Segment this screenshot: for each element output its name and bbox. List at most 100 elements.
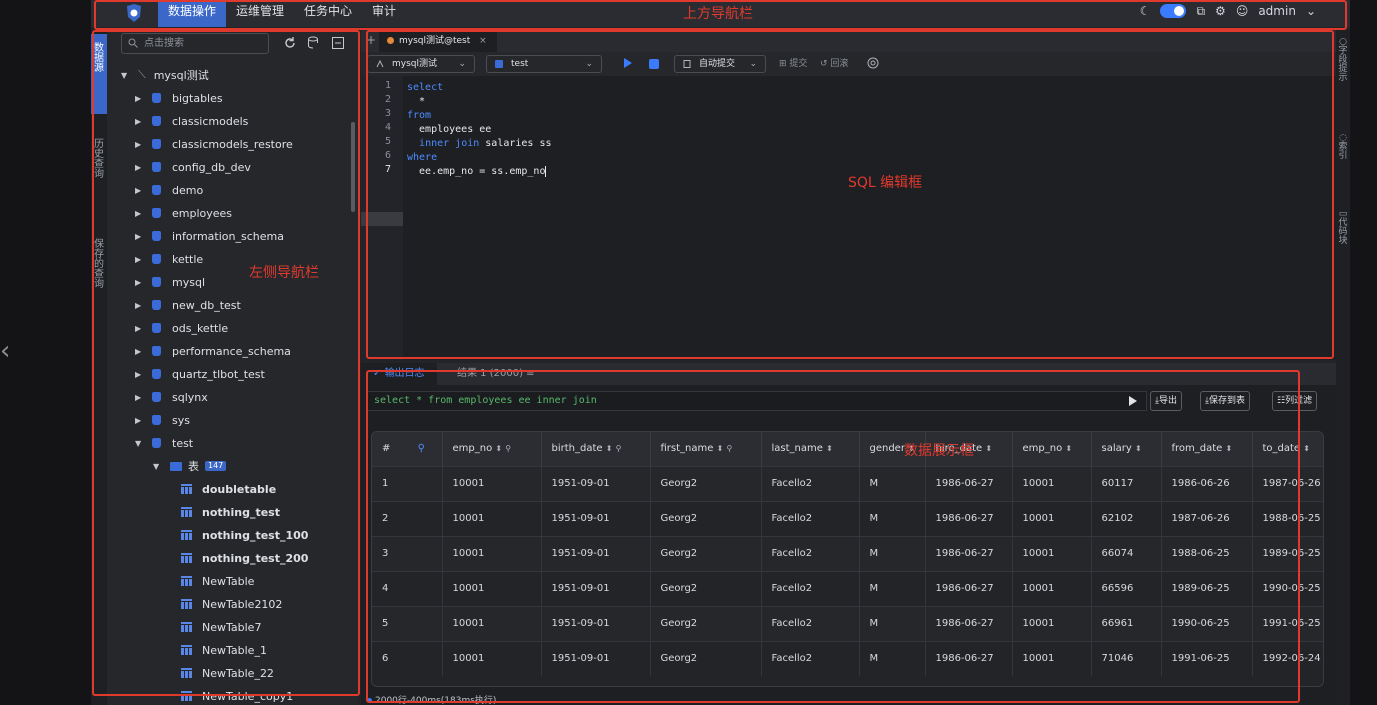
pin-icon[interactable]: ⚲	[505, 444, 511, 453]
tree-table[interactable]: nothing_test_200	[181, 548, 308, 568]
tree-table[interactable]: nothing_test	[181, 502, 280, 522]
tree-database[interactable]: ▶ classicmodels	[135, 111, 248, 131]
table-cell[interactable]: 60117	[1091, 465, 1162, 501]
column-header[interactable]: from_date ⬍	[1161, 432, 1253, 466]
table-cell[interactable]: M	[859, 640, 926, 676]
table-cell[interactable]: 1989-06-25	[1161, 570, 1253, 606]
sort-icon[interactable]: ⬍	[717, 444, 724, 453]
tab-result-1[interactable]: 结果 1 (2000) ≡	[445, 363, 547, 385]
table-cell[interactable]: M	[859, 570, 926, 606]
vtab-history[interactable]: 历史查询	[91, 126, 107, 216]
rerun-icon[interactable]	[1129, 396, 1137, 406]
table-row[interactable]: 6 10001 1951-09-01 Georg2 Facello2 M 1986-06-2…	[372, 640, 1323, 676]
table-cell[interactable]: Facello2	[761, 570, 860, 606]
add-datasource-icon[interactable]	[307, 36, 321, 50]
table-cell[interactable]: 1951-09-01	[541, 500, 651, 536]
column-header[interactable]: emp_no ⬍ ⚲	[442, 432, 542, 466]
sort-icon[interactable]: ⬍	[495, 444, 502, 453]
table-cell[interactable]: 1951-09-01	[541, 605, 651, 641]
menu-item[interactable]: 运维管理	[226, 0, 294, 27]
rtab-field-hints[interactable]: ○ 字段提示	[1336, 38, 1350, 138]
expand-arrow-icon[interactable]: ▶	[135, 186, 143, 195]
table-cell[interactable]: Facello2	[761, 605, 860, 641]
table-cell[interactable]: 1986-06-27	[925, 640, 1013, 676]
tree-table[interactable]: NewTable2102	[181, 594, 282, 614]
table-cell[interactable]: M	[859, 535, 926, 571]
table-cell[interactable]: Facello2	[761, 465, 860, 501]
sql-code[interactable]: select * from employees ee inner join sa…	[407, 81, 552, 179]
commit-button[interactable]: ⊞ 提交	[779, 56, 807, 72]
user-icon[interactable]: ☺	[1236, 4, 1249, 18]
column-header[interactable]: last_name ⬍	[761, 432, 860, 466]
rollback-button[interactable]: ↺ 回滚	[820, 56, 848, 72]
expand-arrow-icon[interactable]: ▶	[135, 393, 143, 402]
sort-icon[interactable]: ⬍	[1226, 444, 1233, 453]
table-row[interactable]: 5 10001 1951-09-01 Georg2 Facello2 M 1986-06-2…	[372, 605, 1323, 641]
table-cell[interactable]: 1988-06-25	[1161, 535, 1253, 571]
save-to-table-button[interactable]: ⤓保存到表	[1200, 391, 1250, 411]
table-cell[interactable]: 10001	[442, 570, 542, 606]
table-cell[interactable]: 1991-06-25	[1252, 605, 1323, 641]
table-row[interactable]: 4 10001 1951-09-01 Georg2 Facello2 M 1986-06-2…	[372, 570, 1323, 606]
tree-table[interactable]: NewTable7	[181, 617, 261, 637]
autocommit-select[interactable]: 自动提交 ⌄	[674, 55, 766, 73]
vtab-saved[interactable]: 保存的查询	[91, 226, 107, 326]
new-tab-icon[interactable]: +	[366, 33, 376, 47]
table-cell[interactable]: 1951-09-01	[541, 465, 651, 501]
table-cell[interactable]: Facello2	[761, 640, 860, 676]
rtab-snippets[interactable]: ▭ 代码块	[1336, 210, 1350, 280]
column-header[interactable]: salary ⬍	[1091, 432, 1162, 466]
table-cell[interactable]: M	[859, 465, 926, 501]
table-cell[interactable]: 10001	[1012, 605, 1092, 641]
tree-database[interactable]: ▶ sys	[135, 410, 190, 430]
tree-database[interactable]: ▶ config_db_dev	[135, 157, 251, 177]
sort-icon[interactable]: ⬍	[1303, 444, 1310, 453]
table-cell[interactable]: 10001	[1012, 570, 1092, 606]
table-cell[interactable]: 1990-06-25	[1252, 570, 1323, 606]
table-cell[interactable]: 1	[372, 465, 443, 501]
table-cell[interactable]: 71046	[1091, 640, 1162, 676]
tree-database[interactable]: ▶ demo	[135, 180, 203, 200]
table-cell[interactable]: 10001	[1012, 500, 1092, 536]
table-cell[interactable]: 1986-06-27	[925, 570, 1013, 606]
database-select[interactable]: test ⌄	[486, 55, 602, 73]
column-header[interactable]: emp_no ⬍	[1012, 432, 1092, 466]
menu-item[interactable]: 数据操作	[158, 0, 227, 27]
table-cell[interactable]: 10001	[442, 535, 542, 571]
expand-arrow-icon[interactable]: ▶	[135, 370, 143, 379]
tree-database[interactable]: ▶ sqlynx	[135, 387, 208, 407]
expand-arrow-icon[interactable]: ▶	[135, 94, 143, 103]
column-filter-button[interactable]: ☷列过滤	[1272, 391, 1318, 411]
table-cell[interactable]: 10001	[442, 500, 542, 536]
table-cell[interactable]: 62102	[1091, 500, 1162, 536]
expand-arrow-icon[interactable]: ▶	[135, 140, 143, 149]
settings-icon[interactable]: ⚙	[1215, 4, 1226, 18]
user-name[interactable]: admin	[1258, 4, 1296, 18]
table-cell[interactable]: 10001	[442, 465, 542, 501]
tree-database[interactable]: ▶ bigtables	[135, 88, 223, 108]
table-cell[interactable]: 1986-06-27	[925, 605, 1013, 641]
tree-database[interactable]: ▶ employees	[135, 203, 232, 223]
table-cell[interactable]: Georg2	[650, 465, 762, 501]
tree-database[interactable]: ▶ ods_kettle	[135, 318, 228, 338]
table-cell[interactable]: 1986-06-26	[1161, 465, 1253, 501]
tree-table[interactable]: nothing_test_100	[181, 525, 308, 545]
rtab-index[interactable]: ◌ 索引	[1336, 134, 1350, 194]
export-button[interactable]: ⤓导出	[1150, 391, 1182, 411]
table-cell[interactable]: 10001	[1012, 535, 1092, 571]
table-cell[interactable]: 1986-06-27	[925, 535, 1013, 571]
column-header[interactable]: to_date ⬍	[1252, 432, 1323, 466]
table-cell[interactable]: Georg2	[650, 605, 762, 641]
table-cell[interactable]: Georg2	[650, 535, 762, 571]
run-selected-icon[interactable]	[649, 59, 659, 69]
tree-database[interactable]: ▶ classicmodels_restore	[135, 134, 293, 154]
expand-arrow-icon[interactable]: ▶	[135, 301, 143, 310]
tab-output-log[interactable]: ✓ 输出日志	[361, 363, 437, 385]
table-cell[interactable]: Georg2	[650, 570, 762, 606]
tree-database[interactable]: ▶ performance_schema	[135, 341, 291, 361]
connection-select[interactable]: mysql测试 ⌄	[367, 55, 475, 73]
table-cell[interactable]: Facello2	[761, 535, 860, 571]
sort-icon[interactable]: ⬍	[826, 444, 833, 453]
expand-arrow-icon[interactable]: ▶	[135, 278, 143, 287]
tree-database[interactable]: ▶ information_schema	[135, 226, 284, 246]
